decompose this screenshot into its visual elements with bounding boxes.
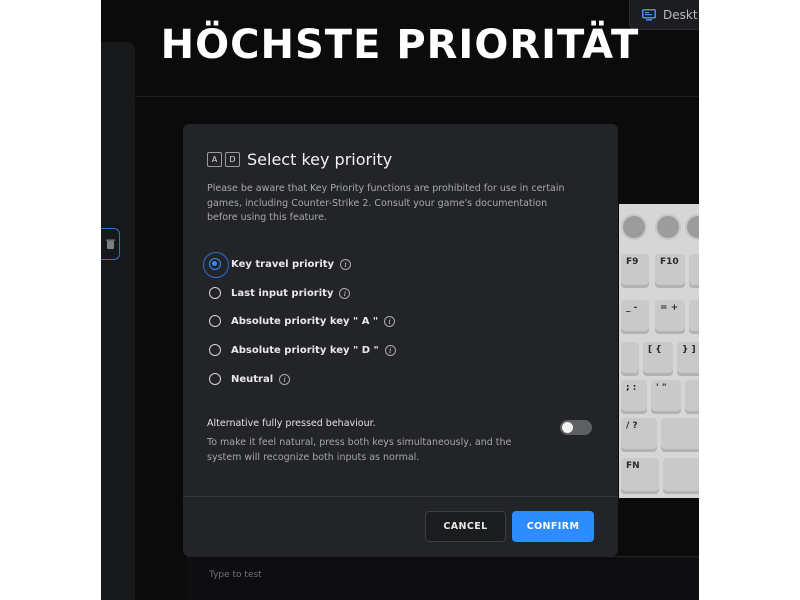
dialog-header: A D Select key priority — [207, 150, 392, 169]
header-divider — [135, 96, 699, 97]
focus-ring — [203, 252, 229, 278]
media-dial — [621, 214, 647, 240]
promo-headline: HÖCHSTE PRIORITÄT — [160, 22, 640, 68]
keyboard-key: FN — [621, 458, 659, 494]
option-label: Key travel priority — [231, 258, 335, 270]
info-icon[interactable]: i — [279, 373, 291, 385]
media-dial — [655, 214, 681, 240]
option-label: Absolute priority key " D " — [231, 344, 379, 356]
delete-button[interactable] — [101, 228, 120, 260]
cancel-button[interactable]: CANCEL — [425, 511, 506, 542]
warning-note: Please be aware that Key Priority functi… — [207, 183, 565, 223]
option-absolute-priority-d[interactable]: Absolute priority key " D " i — [209, 344, 396, 356]
alt-behaviour-label: Alternative fully pressed behaviour. — [207, 418, 376, 429]
keyboard-key — [689, 254, 699, 288]
alt-behaviour-description: To make it feel natural, press both keys… — [207, 437, 512, 463]
toggle-knob — [562, 422, 573, 433]
keyboard-key — [689, 300, 699, 334]
info-icon[interactable]: i — [384, 344, 396, 356]
keyboard-key: / ? — [621, 418, 657, 452]
keyboard-key — [661, 418, 699, 452]
info-icon[interactable]: i — [340, 258, 352, 270]
keyboard-key: [ { — [643, 342, 673, 376]
keyboard-key — [621, 342, 639, 376]
confirm-button[interactable]: CONFIRM — [512, 511, 594, 542]
radio-button[interactable] — [209, 315, 221, 327]
radio-button[interactable] — [203, 252, 229, 278]
trash-icon — [105, 239, 115, 249]
keyboard-key: } ] — [677, 342, 699, 376]
option-label: Neutral — [231, 373, 274, 385]
dialog-title: Select key priority — [247, 150, 393, 169]
keyboard-key: ' " — [651, 380, 681, 414]
keyboard-preview: F9 F10 _ - = + [ { } ] ; : ' " / ? FN — [619, 204, 699, 498]
keyboard-key: F10 — [655, 254, 685, 288]
info-icon[interactable]: i — [339, 287, 351, 299]
radio-button[interactable] — [209, 344, 221, 356]
keyboard-key: _ - — [621, 300, 649, 334]
desktop-label: Deskt — [663, 7, 698, 22]
type-to-test-placeholder: Type to test — [209, 570, 262, 580]
radio-button[interactable] — [209, 373, 221, 385]
info-icon[interactable]: i — [384, 315, 396, 327]
option-label: Last input priority — [231, 287, 334, 299]
keyboard-key: = + — [655, 300, 685, 334]
device-side-panel — [101, 42, 135, 600]
keyboard-key — [663, 458, 699, 494]
keyboard-key — [685, 380, 699, 414]
desktop-icon — [642, 8, 656, 20]
key-a-icon: A — [207, 152, 222, 167]
option-last-input-priority[interactable]: Last input priority i — [209, 287, 351, 299]
option-neutral[interactable]: Neutral i — [209, 373, 291, 385]
alt-behaviour-toggle[interactable] — [560, 420, 592, 435]
option-absolute-priority-a[interactable]: Absolute priority key " A " i — [209, 315, 396, 327]
option-label: Absolute priority key " A " — [231, 315, 379, 327]
keyboard-key: F9 — [621, 254, 649, 288]
radio-button[interactable] — [209, 287, 221, 299]
key-d-icon: D — [225, 152, 240, 167]
keyboard-key: ; : — [621, 380, 647, 414]
media-dial — [685, 214, 699, 240]
type-to-test-field[interactable]: Type to test — [187, 556, 699, 600]
key-priority-dialog: A D Select key priority Please be aware … — [183, 124, 618, 556]
dialog-divider — [183, 496, 618, 497]
option-key-travel-priority[interactable]: Key travel priority i — [203, 252, 352, 278]
